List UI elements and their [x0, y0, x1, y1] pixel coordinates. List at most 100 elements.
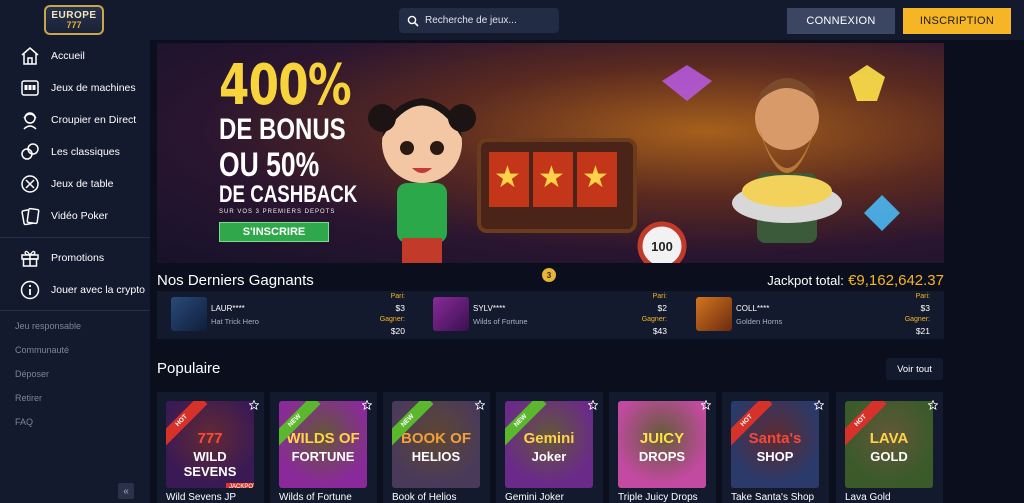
- collapse-sidebar-button[interactable]: «: [118, 483, 134, 499]
- game-art-title: Gemini: [523, 430, 575, 447]
- winner-name: SYLV****: [473, 304, 506, 313]
- game-artwork[interactable]: WILDS OF FORTUNE NEW: [279, 401, 367, 488]
- bet-value: $3: [920, 303, 930, 313]
- sidebar-item-live-dealer[interactable]: Croupier en Direct: [0, 106, 150, 134]
- sidebar-item-crypto[interactable]: Jouer avec la crypto: [0, 276, 150, 304]
- sidebar-item-home[interactable]: Accueil: [0, 42, 150, 70]
- signup-button[interactable]: INSCRIPTION: [903, 8, 1011, 34]
- dealer-icon: [19, 109, 41, 131]
- game-artwork[interactable]: 777 WILD SEVENS HOT JACKPOT: [166, 401, 254, 488]
- game-card[interactable]: WILDS OF FORTUNE NEW Wilds of Fortune: [270, 392, 377, 503]
- jackpot-label: Jackpot total:: [767, 273, 844, 288]
- sidebar-item-table-games[interactable]: Jeux de table: [0, 170, 150, 198]
- site-logo[interactable]: EUROPE 777: [44, 5, 104, 35]
- see-all-button[interactable]: Voir tout: [886, 358, 943, 380]
- top-bar: EUROPE 777 CONNEXION INSCRIPTION: [0, 0, 1024, 40]
- winner-row[interactable]: COLL**** Golden Horns Pari: $3 Gagner: $…: [682, 291, 944, 339]
- link-withdraw[interactable]: Retirer: [15, 393, 42, 403]
- favorite-star-icon[interactable]: [701, 400, 711, 410]
- banner-headline: 400%: [219, 53, 352, 118]
- sidebar-item-classics[interactable]: Les classiques: [0, 138, 150, 166]
- jackpot-total: Jackpot total: €9,162,642.37: [750, 272, 944, 289]
- link-responsible-gaming[interactable]: Jeu responsable: [15, 321, 81, 331]
- game-artwork[interactable]: BOOK OF HELIOS NEW: [392, 401, 480, 488]
- sidebar-item-label: Croupier en Direct: [51, 114, 137, 126]
- game-card[interactable]: Santa's SHOP HOT Take Santa's Shop: [722, 392, 829, 503]
- link-community[interactable]: Communauté: [15, 345, 69, 355]
- sidebar-item-label: Promotions: [51, 252, 105, 264]
- favorite-star-icon[interactable]: [475, 400, 485, 410]
- bet-label: Pari:: [915, 293, 930, 300]
- game-artwork[interactable]: JUICY DROPS: [618, 401, 706, 488]
- game-art-title: WILDS OF: [286, 430, 360, 447]
- sidebar-item-label: Jeux de machines: [51, 82, 136, 94]
- winner-game: Golden Horns: [736, 317, 783, 326]
- game-name: Book of Helios: [392, 492, 457, 503]
- game-thumbnail: [433, 297, 469, 331]
- game-artwork[interactable]: Gemini Joker NEW: [505, 401, 593, 488]
- favorite-star-icon[interactable]: [249, 400, 259, 410]
- win-value: $43: [652, 326, 667, 336]
- game-thumbnail: [171, 297, 207, 331]
- banner-fineprint: SUR VOS 3 PREMIERS DEPOTS: [219, 209, 336, 215]
- sidebar: Accueil Jeux de machines Croupier en Dir…: [0, 40, 150, 503]
- sidebar-item-label: Jouer avec la crypto: [51, 284, 145, 296]
- banner-line-4: DE CASHBACK: [219, 181, 358, 208]
- favorite-star-icon[interactable]: [362, 400, 372, 410]
- game-card[interactable]: Gemini Joker NEW Gemini Joker: [496, 392, 603, 503]
- logo-text-bottom: 777: [66, 20, 82, 30]
- game-art-subtitle: HELIOS: [411, 449, 461, 464]
- video-poker-icon: [19, 205, 41, 227]
- sidebar-item-label: Les classiques: [51, 146, 120, 158]
- sidebar-item-promotions[interactable]: Promotions: [0, 244, 150, 272]
- game-thumbnail: [696, 297, 732, 331]
- gift-icon: [19, 247, 41, 269]
- banner-line-3: OU 50%: [219, 146, 320, 184]
- win-label: Gagner:: [379, 316, 405, 323]
- sidebar-item-slots[interactable]: Jeux de machines: [0, 74, 150, 102]
- home-icon: [19, 45, 41, 67]
- sidebar-item-video-poker[interactable]: Vidéo Poker: [0, 202, 150, 230]
- sidebar-divider: [0, 310, 150, 311]
- game-art-subtitle: WILD SEVENS: [183, 449, 237, 479]
- link-deposit[interactable]: Déposer: [15, 369, 49, 379]
- game-art-subtitle: SHOP: [756, 449, 794, 464]
- favorite-star-icon[interactable]: [588, 400, 598, 410]
- search-box[interactable]: [399, 8, 559, 33]
- login-button[interactable]: CONNEXION: [787, 8, 895, 34]
- gem-icon: [864, 195, 900, 231]
- search-input[interactable]: [425, 15, 555, 26]
- slot-machine-icon: [19, 77, 41, 99]
- game-art-title: 777: [197, 430, 223, 447]
- game-card[interactable]: 777 WILD SEVENS HOT JACKPOT Wild Sevens JP: [157, 392, 264, 503]
- win-value: $20: [390, 326, 405, 336]
- sidebar-item-label: Jeux de table: [51, 178, 114, 190]
- game-artwork[interactable]: Santa's SHOP HOT: [731, 401, 819, 488]
- promo-banner[interactable]: 400% DE BONUS OU 50% DE CASHBACK SUR VOS…: [157, 43, 944, 263]
- game-art-subtitle: GOLD: [870, 449, 908, 464]
- win-label: Gagner:: [904, 316, 930, 323]
- bet-value: $2: [657, 303, 667, 313]
- winner-name: COLL****: [736, 304, 770, 313]
- game-card[interactable]: BOOK OF HELIOS NEW Book of Helios: [383, 392, 490, 503]
- banner-line-2: DE BONUS: [219, 113, 346, 146]
- game-art-subtitle: FORTUNE: [291, 449, 355, 464]
- gem-icon: [662, 65, 712, 101]
- main-content: 400% DE BONUS OU 50% DE CASHBACK SUR VOS…: [150, 40, 1024, 503]
- banner-signup-button[interactable]: S'INSCRIRE: [219, 222, 329, 242]
- winner-game: Wilds of Fortune: [473, 317, 528, 326]
- favorite-star-icon[interactable]: [814, 400, 824, 410]
- star-icon: ★: [538, 161, 565, 194]
- favorite-star-icon[interactable]: [928, 400, 938, 410]
- game-name: Take Santa's Shop: [731, 492, 815, 503]
- winner-game: Hat Trick Hero: [211, 317, 259, 326]
- winner-row[interactable]: SYLV**** Wilds of Fortune Pari: $2 Gagne…: [419, 291, 681, 339]
- game-artwork[interactable]: LAVA GOLD HOT: [845, 401, 933, 488]
- winners-list: LAUR**** Hat Trick Hero Pari: $3 Gagner:…: [157, 291, 944, 339]
- link-faq[interactable]: FAQ: [15, 417, 33, 427]
- game-art-title: JUICY: [639, 430, 685, 447]
- game-card[interactable]: JUICY DROPS Triple Juicy Drops: [609, 392, 716, 503]
- winner-row[interactable]: LAUR**** Hat Trick Hero Pari: $3 Gagner:…: [157, 291, 419, 339]
- jackpot-badge: JACKPOT: [226, 483, 254, 488]
- game-card[interactable]: LAVA GOLD HOT Lava Gold: [836, 392, 943, 503]
